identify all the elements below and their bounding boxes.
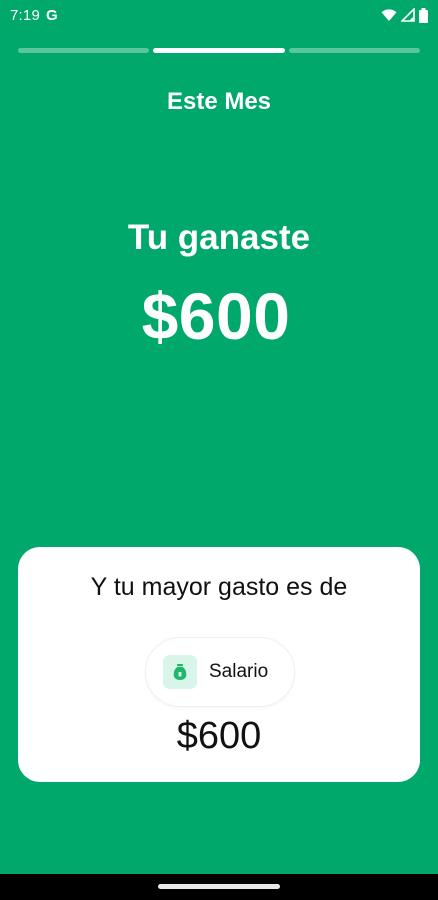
battery-icon bbox=[419, 7, 428, 23]
category-label: Salario bbox=[209, 661, 269, 682]
google-icon: G bbox=[46, 6, 58, 24]
status-icons bbox=[381, 7, 428, 23]
status-bar: 7:19 G bbox=[0, 0, 438, 30]
category-chip: Salario bbox=[145, 637, 295, 707]
wifi-icon bbox=[381, 8, 397, 22]
status-time: 7:19 bbox=[10, 6, 40, 24]
story-progress bbox=[18, 48, 420, 53]
navigation-bar bbox=[0, 874, 438, 900]
progress-segment bbox=[288, 48, 420, 53]
money-bag-icon bbox=[163, 655, 197, 689]
progress-segment-active bbox=[153, 48, 285, 53]
top-expense-card: Y tu mayor gasto es de Salario $600 bbox=[18, 547, 420, 782]
status-left: 7:19 G bbox=[10, 7, 58, 24]
progress-segment bbox=[18, 48, 150, 53]
page-title: Este Mes bbox=[166, 88, 272, 115]
earned-amount: $600 bbox=[141, 279, 291, 353]
earned-label: Tu ganaste bbox=[127, 218, 311, 257]
expense-amount: $600 bbox=[176, 715, 262, 757]
home-gesture-handle[interactable] bbox=[158, 884, 280, 889]
signal-icon bbox=[401, 8, 415, 22]
card-title: Y tu mayor gasto es de bbox=[90, 573, 348, 601]
